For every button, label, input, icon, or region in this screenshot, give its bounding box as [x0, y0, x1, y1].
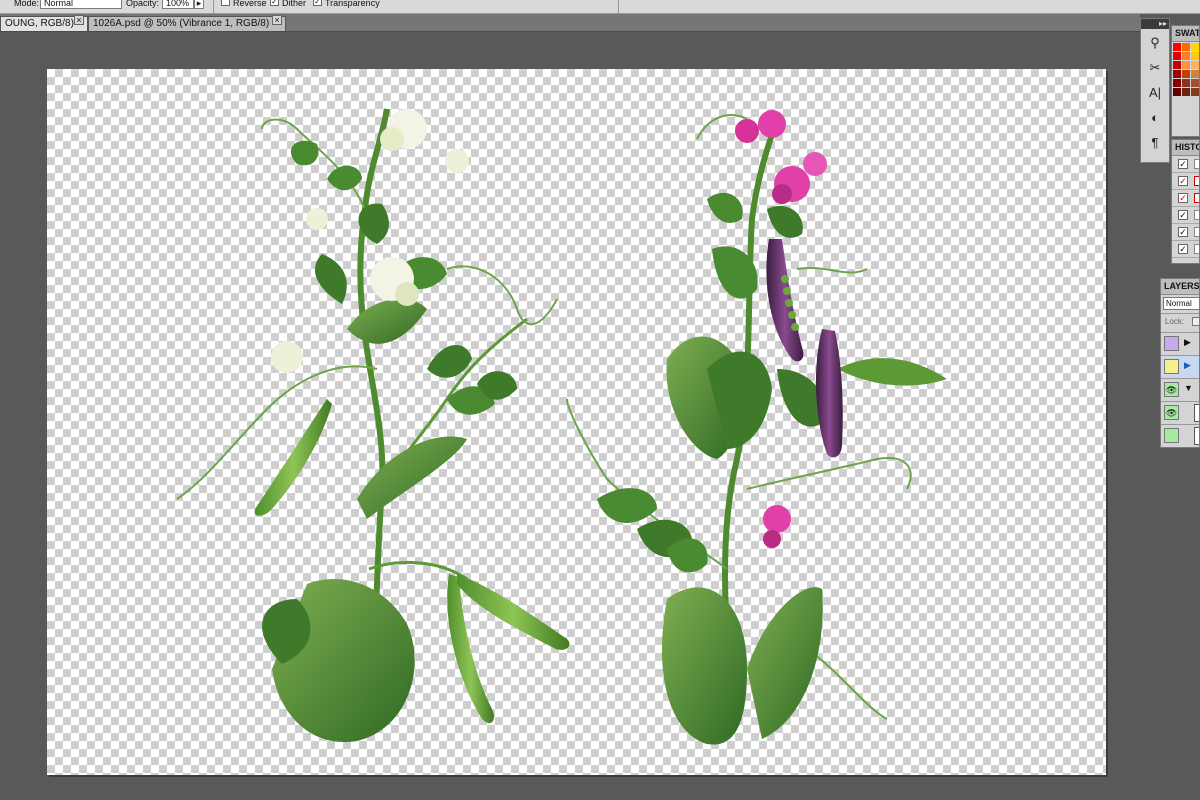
- blend-mode-dropdown[interactable]: Normal: [1163, 297, 1199, 310]
- layer-row[interactable]: ▶: [1161, 333, 1199, 356]
- layer-row[interactable]: 👁 ▼: [1161, 379, 1199, 402]
- history-state-icon: [1194, 244, 1199, 254]
- collapsed-panel-icons: ▸▸ ⚲ ✂ A| ◐ ¶: [1140, 18, 1170, 163]
- history-checkbox[interactable]: ✓: [1178, 159, 1188, 169]
- swatch-grid: [1173, 43, 1199, 133]
- history-row[interactable]: ✓: [1172, 156, 1199, 173]
- tab-document-2[interactable]: 1026A.psd @ 50% (Vibrance 1, RGB/8) *: [88, 16, 286, 31]
- history-checkbox[interactable]: ✓: [1178, 227, 1188, 237]
- history-row[interactable]: ✓: [1172, 207, 1199, 224]
- swatches-panel: SWAT: [1171, 25, 1200, 137]
- tab-label: 1026A.psd @ 50% (Vibrance 1, RGB/8) *: [93, 18, 276, 29]
- transparency-checkbox[interactable]: ✓: [313, 0, 322, 6]
- color-swatch[interactable]: [1173, 43, 1181, 51]
- color-swatch[interactable]: [1173, 52, 1181, 60]
- opacity-label: Opacity:: [126, 0, 160, 8]
- history-row[interactable]: ✓: [1172, 173, 1199, 190]
- history-checkbox[interactable]: ✓: [1178, 193, 1188, 203]
- color-swatch[interactable]: [1191, 43, 1199, 51]
- history-checkbox[interactable]: ✓: [1178, 210, 1188, 220]
- history-state-icon: [1194, 176, 1199, 186]
- history-row[interactable]: ✓: [1172, 241, 1199, 258]
- lock-label: Lock:: [1165, 317, 1185, 326]
- collapse-arrow-icon[interactable]: ▼: [1184, 383, 1193, 393]
- purple-pea-plant: [566, 110, 947, 745]
- layer-row[interactable]: ▶: [1161, 356, 1199, 379]
- options-separator: [618, 0, 619, 13]
- history-checkbox[interactable]: ✓: [1178, 176, 1188, 186]
- visibility-eye-icon[interactable]: 👁: [1164, 382, 1179, 397]
- mode-label: Mode:: [14, 0, 40, 8]
- reverse-checkbox[interactable]: [221, 0, 230, 6]
- options-separator: [213, 0, 214, 13]
- layer-row[interactable]: [1161, 425, 1199, 447]
- color-swatch[interactable]: [1182, 52, 1190, 60]
- history-checkbox[interactable]: ✓: [1178, 244, 1188, 254]
- layers-panel-title[interactable]: LAYERS: [1161, 279, 1199, 295]
- color-swatch[interactable]: [1191, 88, 1199, 96]
- brush-preset-icon[interactable]: ⚲: [1144, 32, 1166, 54]
- history-state-icon: [1194, 227, 1199, 237]
- history-row[interactable]: ✓: [1172, 190, 1199, 207]
- history-state-icon: [1194, 210, 1199, 220]
- paragraph-style-icon[interactable]: ◐: [1144, 107, 1166, 129]
- paragraph-icon[interactable]: ¶: [1144, 132, 1166, 154]
- green-pea-plant: [176, 108, 570, 743]
- blend-mode-row: Normal: [1161, 295, 1199, 314]
- color-swatch[interactable]: [1173, 79, 1181, 87]
- color-swatch[interactable]: [1173, 61, 1181, 69]
- color-swatch[interactable]: [1182, 79, 1190, 87]
- document-tab-bar: OUNG, RGB/8) * × 1026A.psd @ 50% (Vibran…: [0, 14, 1140, 32]
- close-icon[interactable]: ×: [74, 15, 84, 25]
- expand-arrow-icon[interactable]: ▶: [1184, 360, 1191, 371]
- close-icon[interactable]: ×: [272, 15, 282, 25]
- panel-expand-icon[interactable]: ▸▸: [1141, 19, 1169, 29]
- history-state-icon: [1194, 193, 1199, 203]
- color-swatch[interactable]: [1191, 70, 1199, 78]
- expand-arrow-icon[interactable]: ▶: [1184, 337, 1191, 348]
- layers-panel: LAYERS Normal Lock: ▶ ▶ 👁 ▼ 👁: [1160, 278, 1200, 448]
- history-row[interactable]: ✓: [1172, 224, 1199, 241]
- character-icon[interactable]: A|: [1144, 82, 1166, 104]
- color-swatch[interactable]: [1191, 52, 1199, 60]
- color-swatch[interactable]: [1182, 70, 1190, 78]
- swatches-panel-title[interactable]: SWAT: [1172, 26, 1199, 42]
- color-swatch[interactable]: [1173, 88, 1181, 96]
- layer-color-swatch[interactable]: [1164, 359, 1179, 374]
- visibility-eye-icon[interactable]: 👁: [1164, 405, 1179, 420]
- layer-color-swatch[interactable]: [1164, 336, 1179, 351]
- lock-transparent-pixels-icon[interactable]: [1192, 317, 1199, 326]
- lock-row: Lock:: [1161, 314, 1199, 333]
- tab-label: OUNG, RGB/8) *: [5, 18, 81, 29]
- mode-dropdown[interactable]: Normal: [40, 0, 122, 9]
- layer-thumbnail: [1194, 427, 1199, 445]
- dither-label: Dither: [282, 0, 307, 8]
- layer-row[interactable]: 👁: [1161, 402, 1199, 425]
- layer-thumbnail: [1194, 404, 1199, 422]
- document-canvas[interactable]: [47, 69, 1106, 775]
- color-swatch[interactable]: [1191, 79, 1199, 87]
- opacity-field[interactable]: 100%: [162, 0, 194, 9]
- color-swatch[interactable]: [1173, 70, 1181, 78]
- history-state-icon: [1194, 159, 1199, 169]
- tool-preset-icon[interactable]: ✂: [1144, 57, 1166, 79]
- options-bar: Mode: Normal Opacity: 100% ▸ Reverse ✓ D…: [0, 0, 1200, 14]
- transparency-label: Transparency: [325, 0, 380, 8]
- artwork: [176, 108, 947, 745]
- dither-checkbox[interactable]: ✓: [270, 0, 279, 6]
- layer-color-swatch[interactable]: [1164, 428, 1179, 443]
- reverse-label: Reverse: [233, 0, 267, 8]
- history-panel: HISTO ✓ ✓ ✓ ✓ ✓ ✓: [1171, 139, 1200, 264]
- color-swatch[interactable]: [1182, 43, 1190, 51]
- history-panel-title[interactable]: HISTO: [1172, 140, 1199, 156]
- color-swatch[interactable]: [1182, 61, 1190, 69]
- color-swatch[interactable]: [1182, 88, 1190, 96]
- color-swatch[interactable]: [1191, 61, 1199, 69]
- opacity-arrow-button[interactable]: ▸: [194, 0, 204, 9]
